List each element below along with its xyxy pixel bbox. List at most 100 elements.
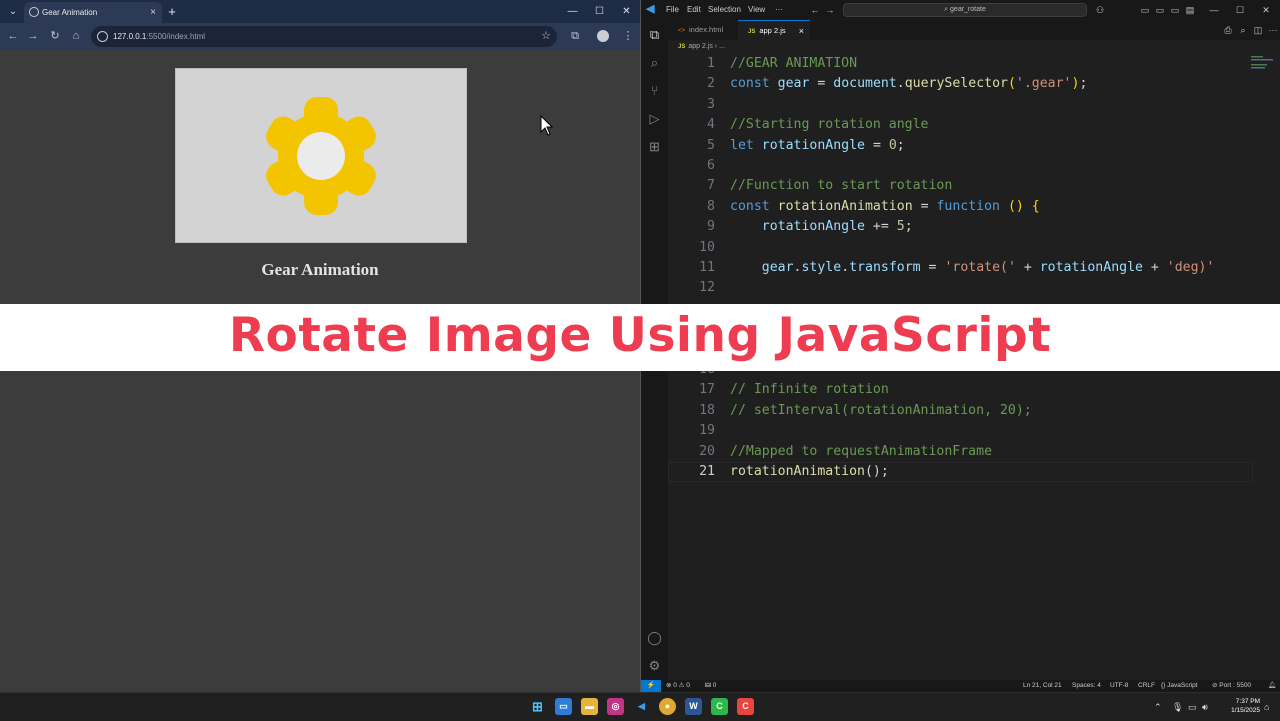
camtasia-icon[interactable]: C — [711, 698, 728, 715]
menu-file[interactable]: File — [666, 0, 679, 20]
line-number: 17 — [699, 382, 715, 398]
line-number: 1 — [707, 56, 715, 71]
title-banner: Rotate Image Using JavaScript — [0, 304, 1280, 371]
bookmark-star-icon[interactable]: ☆ — [541, 26, 551, 47]
copilot-icon[interactable]: ⚇ — [1093, 2, 1107, 18]
tab-close-icon[interactable]: × — [799, 21, 804, 41]
maximize-icon[interactable]: ☐ — [1233, 2, 1247, 18]
browser-tab[interactable]: Gear Animation × — [24, 2, 162, 23]
reload-icon[interactable]: ↻ — [46, 27, 64, 45]
breadcrumb-path: app 2.js › ... — [688, 43, 725, 50]
page-title: Gear Animation — [261, 260, 379, 279]
browser-toolbar: ← → ↻ ⌂ 127.0.0.1:5500/index.html ☆ ⧉ ⋮ — [0, 23, 640, 50]
minimap[interactable] — [1251, 54, 1279, 94]
split-editor-icon[interactable]: ◫ — [1251, 22, 1265, 38]
tab-label: app 2.js — [759, 26, 786, 35]
ports-indicator[interactable]: 🜲 0 — [705, 680, 716, 692]
code-line: //GEAR ANIMATION — [730, 56, 858, 71]
extensions-icon[interactable]: ⧉ — [566, 27, 584, 45]
breadcrumb[interactable]: JS app 2.js › ... — [668, 40, 1280, 54]
maximize-icon[interactable]: ☐ — [586, 0, 613, 23]
vscode-logo-icon: ◀ — [646, 3, 655, 15]
home-icon[interactable]: ⌂ — [67, 27, 85, 45]
vscode-taskbar-icon[interactable]: ◀ — [633, 698, 650, 715]
menu-selection[interactable]: Selection — [708, 0, 741, 20]
js-file-icon: JS — [748, 29, 756, 35]
back-icon[interactable]: ← — [4, 27, 22, 45]
page-viewport: Gear Animation — [0, 50, 640, 692]
word-icon[interactable]: W — [685, 698, 702, 715]
indentation[interactable]: Spaces: 4 — [1072, 680, 1101, 692]
volume-icon[interactable]: 🔊︎ — [1202, 693, 1208, 721]
start-icon[interactable]: ⊞ — [529, 698, 546, 715]
settings-gear-icon[interactable]: ⚙ — [646, 657, 663, 674]
close-icon[interactable]: ✕ — [613, 0, 640, 23]
recorder-icon[interactable]: C — [737, 698, 754, 715]
network-icon[interactable]: ▭ — [1188, 693, 1197, 721]
tray-chevron-icon[interactable]: ⌃ — [1154, 693, 1162, 721]
tab-index-html[interactable]: <> index.html — [668, 20, 738, 40]
forward-icon[interactable]: → — [823, 2, 837, 18]
mouse-cursor-icon — [540, 115, 554, 136]
line-number: 20 — [699, 443, 715, 459]
browser-tab-strip: ⌄ Gear Animation × + — ☐ ✕ — [0, 0, 640, 23]
open-preview-icon[interactable]: ⎙ — [1221, 22, 1235, 38]
js-file-icon: JS — [678, 44, 686, 50]
code-line: const gear = document.querySelector('.ge… — [730, 76, 1088, 92]
back-icon[interactable]: ← — [808, 2, 822, 18]
explorer-icon[interactable]: ⧉ — [646, 26, 663, 43]
more-menu-icon[interactable]: ⋮ — [619, 27, 637, 45]
command-center[interactable]: ⌕ gear_rotate — [843, 3, 1087, 17]
cursor-position[interactable]: Ln 21, Col 21 — [1023, 680, 1062, 692]
live-server-port[interactable]: ⊘ Port : 5500 — [1212, 680, 1251, 692]
toggle-primary-sidebar-icon[interactable]: ▭ — [1138, 2, 1152, 18]
code-line: //Function to start rotation — [730, 178, 953, 194]
problems-indicator[interactable]: ⊗ 0 ⚠ 0 — [666, 680, 690, 692]
minimize-icon[interactable]: — — [1207, 2, 1221, 18]
site-info-icon[interactable] — [97, 31, 108, 42]
new-tab-button[interactable]: + — [165, 2, 179, 21]
forward-icon[interactable]: → — [24, 27, 42, 45]
remote-indicator-icon[interactable]: ⚡ — [641, 680, 661, 692]
line-number: 11 — [699, 260, 715, 275]
menu-view[interactable]: View — [748, 0, 765, 20]
tab-app-2-js[interactable]: JS app 2.js × — [738, 20, 810, 40]
code-line: gear.style.transform = 'rotate(' + rotat… — [761, 260, 1215, 275]
toggle-panel-icon[interactable]: ▭ — [1153, 2, 1167, 18]
customize-layout-icon[interactable]: ▤ — [1183, 2, 1197, 18]
line-number: 8 — [707, 198, 715, 214]
find-icon[interactable]: ⌕ — [1236, 22, 1250, 38]
minimize-icon[interactable]: — — [559, 0, 586, 23]
search-icon[interactable]: ⌕ — [646, 54, 663, 71]
toggle-secondary-sidebar-icon[interactable]: ▭ — [1168, 2, 1182, 18]
notifications-bell-icon[interactable]: 🔔︎ — [1268, 680, 1276, 692]
more-actions-icon[interactable]: ··· — [1266, 22, 1280, 38]
menu-edit[interactable]: Edit — [687, 0, 701, 20]
profile-avatar[interactable] — [597, 30, 609, 42]
vscode-titlebar: ◀ File Edit Selection View ··· ← → ⌕ gea… — [641, 0, 1280, 20]
tab-close-icon[interactable]: × — [150, 2, 156, 23]
terminal-app-icon[interactable]: ▭ — [555, 698, 572, 715]
notification-center-icon[interactable]: ⌂ — [1264, 693, 1269, 721]
instagram-icon[interactable]: ◎ — [607, 698, 624, 715]
microphone-icon[interactable]: 🎙︎ — [1172, 693, 1183, 721]
accounts-icon[interactable]: ◯ — [646, 629, 663, 646]
line-ending[interactable]: CRLF — [1138, 680, 1155, 692]
file-explorer-icon[interactable]: ▬ — [581, 698, 598, 715]
html-file-icon: <> — [678, 28, 686, 34]
source-control-icon[interactable]: ⑂ — [646, 82, 663, 99]
line-number: 12 — [699, 280, 715, 296]
address-bar[interactable]: 127.0.0.1:5500/index.html ☆ — [91, 26, 557, 47]
banner-text: Rotate Image Using JavaScript — [228, 308, 1052, 363]
clock-date: 1/15/2025 — [1231, 707, 1260, 714]
run-debug-icon[interactable]: ▷ — [646, 110, 663, 127]
chrome-taskbar-icon[interactable]: ● — [659, 698, 676, 715]
clock[interactable]: 7:37 PM 1/15/2025 — [1214, 697, 1260, 715]
close-icon[interactable]: ✕ — [1259, 2, 1273, 18]
encoding[interactable]: UTF-8 — [1110, 680, 1128, 692]
extensions-icon[interactable]: ⊞ — [646, 138, 663, 155]
language-mode[interactable]: {} JavaScript — [1161, 680, 1198, 692]
editor-tabs: <> index.html JS app 2.js × ⎙ ⌕ ◫ ··· — [668, 20, 1280, 40]
menu-more[interactable]: ··· — [775, 0, 783, 20]
tab-search-icon[interactable]: ⌄ — [4, 3, 22, 20]
